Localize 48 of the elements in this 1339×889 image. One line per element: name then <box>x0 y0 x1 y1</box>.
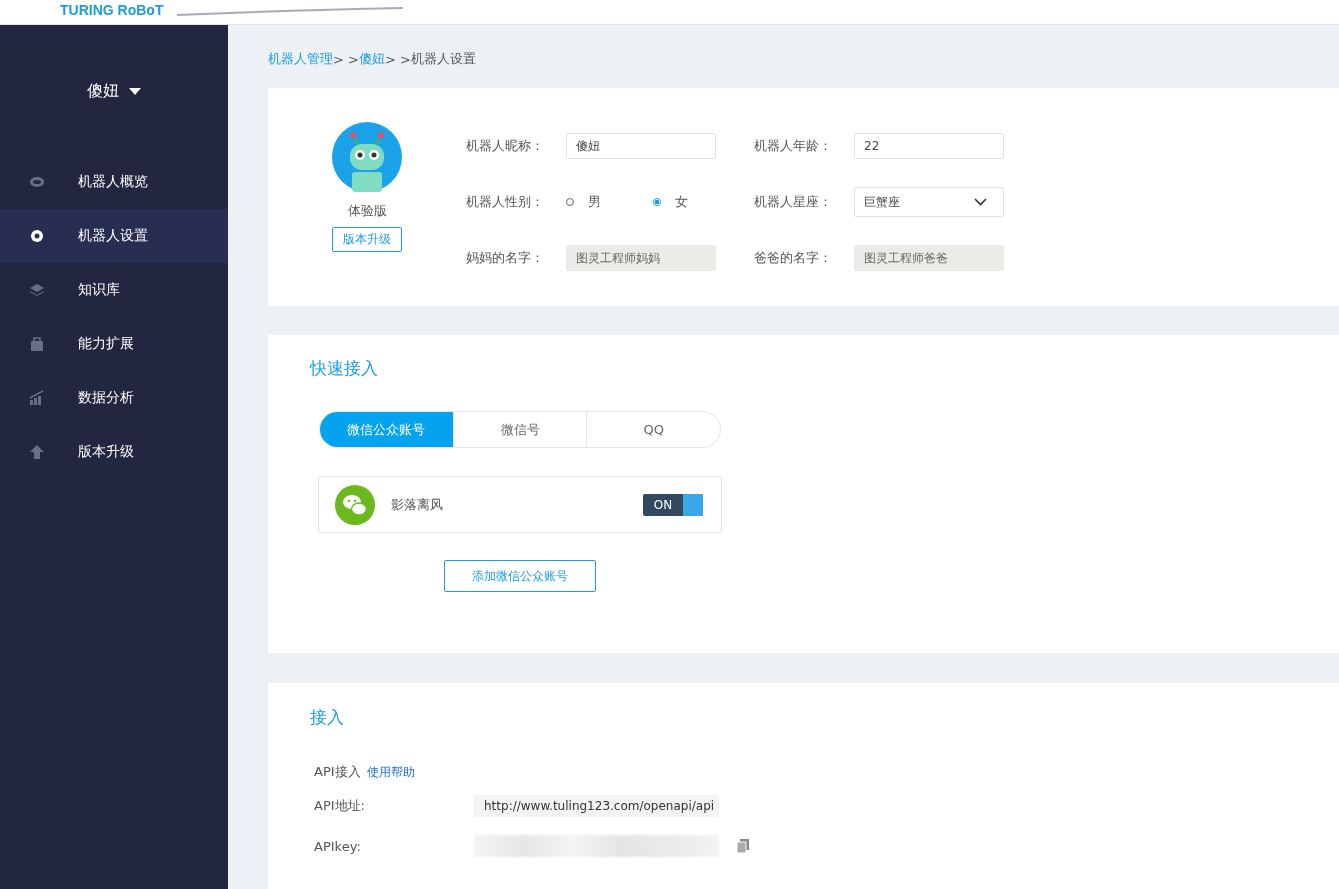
help-link[interactable]: 使用帮助 <box>366 763 415 781</box>
nav-item[interactable]: 知识库 <box>0 263 228 317</box>
toggle-switch[interactable]: ON <box>643 493 703 516</box>
caret-icon <box>129 87 141 95</box>
field-label: 机器人性别： <box>466 193 545 211</box>
tab[interactable]: 微信号 <box>452 412 587 447</box>
layers-icon <box>29 282 45 298</box>
breadcrumb-current: 机器人设置 <box>410 50 476 68</box>
up-arrow-icon <box>29 444 45 460</box>
field-label: 机器人星座： <box>754 193 833 211</box>
section-title: 快速接入 <box>310 357 379 380</box>
chart-icon <box>29 390 45 406</box>
chevron-down-icon <box>974 198 987 206</box>
bag-icon <box>29 336 45 352</box>
dropdown[interactable]: 巨蟹座 <box>854 187 1004 217</box>
robot-switcher[interactable]: 傻妞 <box>0 75 228 107</box>
api-address-field: http://www.tuling123.com/openapi/api <box>474 795 719 817</box>
field-label: 爸爸的名字： <box>754 249 833 267</box>
field-label: 机器人年龄： <box>754 137 833 155</box>
field-label: 机器人昵称： <box>466 137 545 155</box>
field-label: 妈妈的名字： <box>466 249 545 267</box>
robot-avatar-icon <box>332 122 402 192</box>
nav-item[interactable]: 数据分析 <box>0 371 228 425</box>
breadcrumb-separator: > > <box>384 51 411 67</box>
breadcrumb-separator: > > <box>333 51 359 67</box>
nav-item[interactable]: 机器人设置 <box>0 209 228 263</box>
input-field: 图灵工程师爸爸 <box>854 245 1004 271</box>
radio-icon[interactable] <box>653 198 661 206</box>
tab[interactable]: QQ <box>586 412 720 447</box>
copy-icon <box>737 839 749 853</box>
section-title: 接入 <box>310 706 345 729</box>
eye-icon <box>29 174 45 190</box>
input-field[interactable]: 傻妞 <box>566 133 716 159</box>
nav-item[interactable]: 能力扩展 <box>0 317 228 371</box>
field-label: APIkey: <box>314 838 362 854</box>
chat-bubbles-icon <box>335 484 375 525</box>
settings-icon <box>29 228 45 244</box>
radio-option[interactable]: 男 <box>566 193 601 211</box>
input-field[interactable]: 22 <box>854 133 1004 159</box>
nav-item[interactable]: 版本升级 <box>0 425 228 479</box>
logo: TURING RoBoT <box>60 2 164 18</box>
edition-label: 体验版 <box>347 202 387 220</box>
radio-option[interactable]: 女 <box>653 193 688 211</box>
nav-item[interactable]: 机器人概览 <box>0 155 228 209</box>
field-label: API地址: <box>314 797 366 815</box>
account-name: 影落离风 <box>391 495 444 514</box>
input-field: 图灵工程师妈妈 <box>566 245 716 271</box>
api-label: API接入 <box>314 763 361 781</box>
